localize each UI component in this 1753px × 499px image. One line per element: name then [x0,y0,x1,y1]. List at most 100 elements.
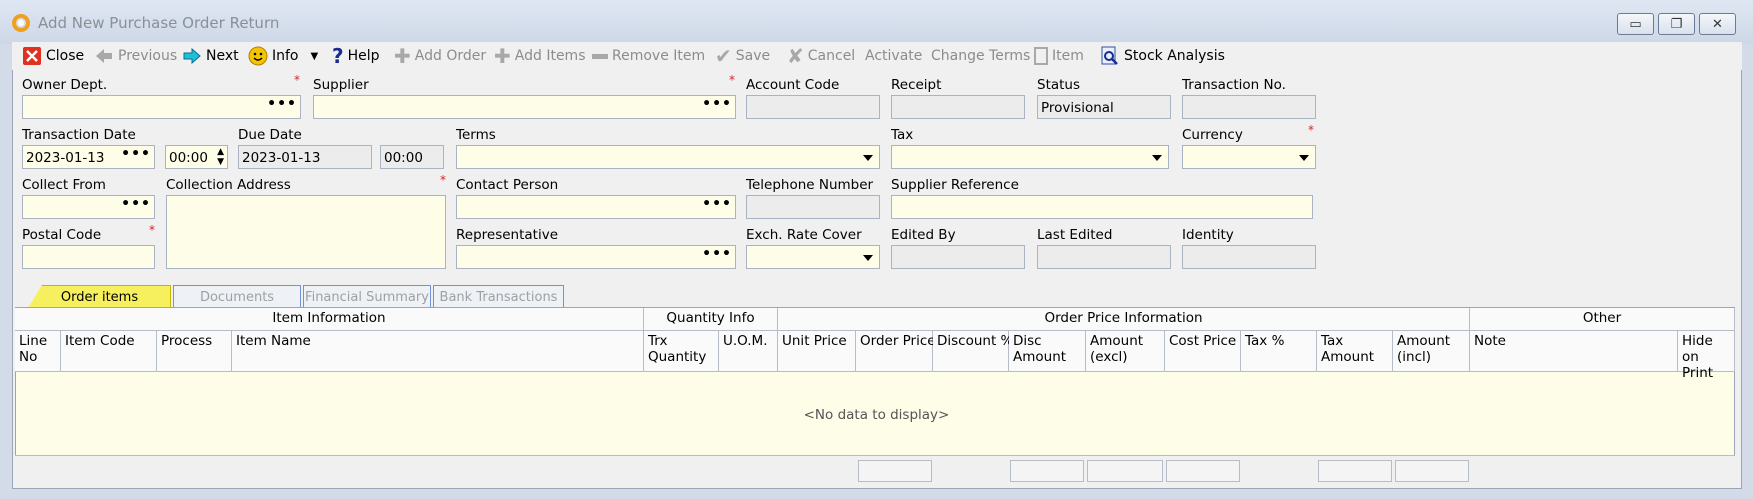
magnifier-document-icon [1101,46,1118,65]
previous-button[interactable]: Previous [94,42,177,70]
stock-analysis-button[interactable]: Stock Analysis [1100,42,1225,70]
close-window-button[interactable]: ✕ [1699,13,1736,35]
grid-summary-footer [15,455,1735,485]
dropdown-arrow-icon [1299,155,1309,161]
telephone-number-field [746,195,880,219]
help-button[interactable]: ? Help [332,42,380,70]
ellipsis-icon[interactable]: ••• [702,196,732,212]
add-order-button[interactable]: ✚ Add Order [394,42,486,70]
ellipsis-icon[interactable]: ••• [121,196,151,212]
dropdown-arrow-icon [863,255,873,261]
col-tax-pct[interactable]: Tax % [1241,331,1317,372]
maximize-button[interactable]: ❐ [1658,13,1695,35]
currency-dropdown[interactable] [1182,145,1316,169]
col-disc-amount[interactable]: Disc Amount [1009,331,1086,372]
col-discount-pct[interactable]: Discount % [933,331,1013,372]
cancel-button[interactable]: ✘ Cancel [787,42,855,70]
account-code-field [746,95,880,119]
postal-code-field[interactable] [22,245,155,269]
required-marker: * [440,173,446,187]
col-item-code[interactable]: Item Code [61,331,157,372]
tax-dropdown[interactable] [891,145,1169,169]
transaction-date-label: Transaction Date [22,127,136,143]
transaction-date-field[interactable]: 2023-01-13 ••• [22,145,155,169]
col-uom[interactable]: U.O.M. [719,331,778,372]
save-button[interactable]: ✔ Save [715,42,770,70]
help-label: Help [347,48,380,64]
terms-dropdown[interactable] [456,145,880,169]
close-button[interactable]: Close [22,42,84,70]
status-label: Status [1037,77,1081,93]
col-process[interactable]: Process [157,331,232,372]
col-tax-amount[interactable]: Tax Amount [1317,331,1393,372]
document-icon [1034,47,1048,65]
close-window-icon: ✕ [1712,16,1723,32]
group-quantity-info: Quantity Info [644,308,778,331]
tab-bank-transactions[interactable]: Bank Transactions [433,285,564,308]
owner-dept-field[interactable]: ••• [22,95,301,119]
col-amount-excl[interactable]: Amount (excl) [1086,331,1165,372]
dropdown-arrow-icon [1152,155,1162,161]
transaction-no-field [1182,95,1316,119]
col-unit-price[interactable]: Unit Price [778,331,856,372]
group-order-price-information: Order Price Information [778,308,1470,331]
col-cost-price[interactable]: Cost Price [1165,331,1241,372]
postal-code-label: Postal Code [22,227,102,243]
plus-icon: ✚ [394,44,411,68]
activate-button[interactable]: Activate [865,42,922,70]
item-button[interactable]: Item [1034,42,1084,70]
col-line-no[interactable]: Line No [15,331,61,372]
col-amount-incl[interactable]: Amount (incl) [1393,331,1470,372]
change-terms-button[interactable]: Change Terms [931,42,1030,70]
supplier-label: Supplier [313,77,369,93]
info-label: Info [272,48,299,64]
identity-label: Identity [1182,227,1234,243]
collect-from-field[interactable]: ••• [22,195,155,219]
summary-amount-excl [1087,460,1163,482]
col-trx-quantity[interactable]: Trx Quantity [644,331,719,372]
spin-updown-icon[interactable]: ▲ ▼ [217,147,224,167]
info-dropdown-icon[interactable]: ▼ [311,51,319,62]
ellipsis-icon[interactable]: ••• [121,146,151,162]
collection-address-textarea[interactable] [166,195,446,269]
cancel-icon: ✘ [787,44,804,68]
save-label: Save [735,48,771,64]
identity-field [1182,245,1316,269]
supplier-reference-field[interactable] [891,195,1313,219]
required-marker: * [294,73,300,87]
plus-icon: ✚ [494,44,511,68]
minimize-button[interactable]: ▭ [1617,13,1654,35]
ellipsis-icon[interactable]: ••• [702,246,732,262]
collection-address-label: Collection Address [166,177,291,193]
remove-item-button[interactable]: Remove Item [592,42,705,70]
app-logo-icon [12,14,30,32]
summary-tax-amount [1318,460,1392,482]
close-icon [23,47,41,65]
info-button[interactable]: Info ▼ [248,42,318,70]
col-order-price[interactable]: Order Price [856,331,936,372]
col-hide-on-print[interactable]: Hide on Print [1678,331,1735,381]
ellipsis-icon[interactable]: ••• [702,96,732,112]
representative-field[interactable]: ••• [456,245,736,269]
tab-financial-summary[interactable]: Financial Summary [303,285,431,308]
contact-person-field[interactable]: ••• [456,195,736,219]
ellipsis-icon[interactable]: ••• [267,96,297,112]
no-data-message: <No data to display> [803,407,950,423]
tab-documents[interactable]: Documents [173,285,301,308]
next-button[interactable]: Next [182,42,239,70]
collect-from-label: Collect From [22,177,106,193]
col-note[interactable]: Note [1470,331,1678,372]
add-items-button[interactable]: ✚ Add Items [494,42,585,70]
item-label: Item [1052,48,1084,64]
transaction-time-field[interactable]: 00:00 ▲ ▼ [165,145,228,169]
currency-label: Currency [1182,127,1243,143]
remove-item-label: Remove Item [612,48,706,64]
exch-rate-cover-dropdown[interactable] [746,245,880,269]
tab-order-items[interactable]: Order items [28,285,171,308]
add-items-label: Add Items [514,48,586,64]
change-terms-label: Change Terms [931,48,1031,64]
col-item-name[interactable]: Item Name [232,331,644,372]
maximize-icon: ❐ [1670,16,1683,32]
supplier-field[interactable]: ••• [313,95,736,119]
required-marker: * [1308,123,1314,137]
